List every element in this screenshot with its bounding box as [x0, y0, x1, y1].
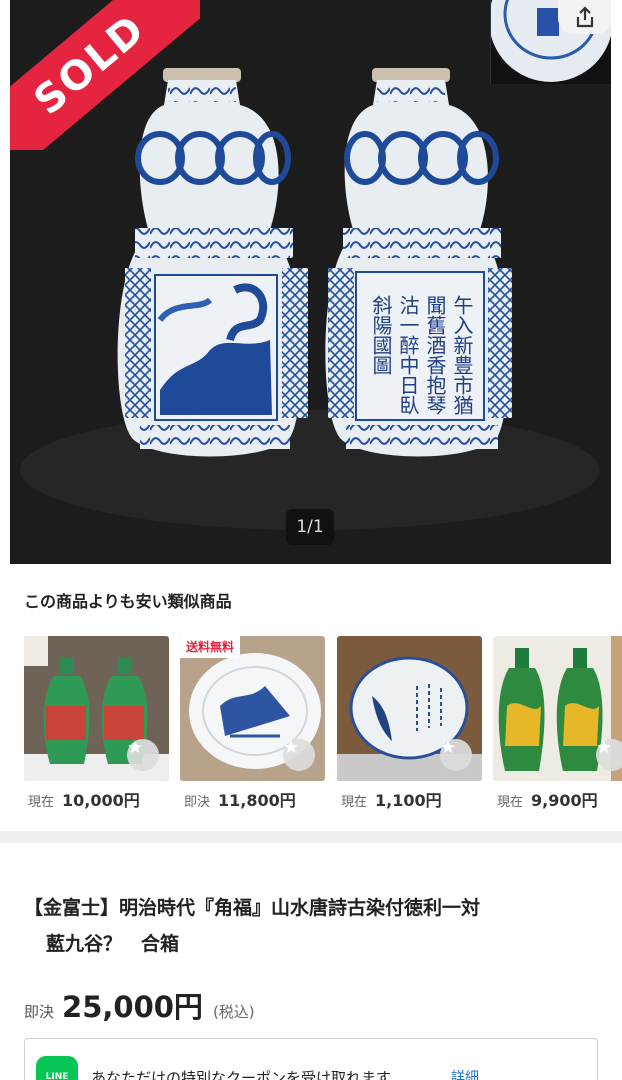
similar-items-title: この商品よりも安い類似商品 [24, 592, 232, 611]
price-type-label: 現在 [497, 795, 524, 810]
item-title-line-1: 【金富士】明治時代『角福』山水唐詩古染付徳利一対 [24, 897, 481, 919]
item-price: 11,800円 [218, 791, 296, 810]
coupon-text: あなただけの特別なクーポンを受け取れます [91, 1069, 392, 1080]
buy-now-price: 即決 25,000円 (税込) [24, 984, 255, 1026]
buy-now-amount: 25,000円 [62, 990, 203, 1024]
item-title: 【金富士】明治時代『角福』山水唐詩古染付徳利一対 藍九谷？ 合箱 [24, 890, 604, 962]
section-divider [0, 831, 622, 843]
similar-item-image [337, 636, 482, 781]
similar-item-card[interactable]: 現在 9,900円 [493, 636, 622, 811]
line-coupon-banner[interactable]: LINE あなただけの特別なクーポンを受け取れます 詳細 [24, 1038, 598, 1080]
similar-items-carousel[interactable]: 現在 10,000円 送料無料 即決 11,800円 現在 1,100円 現在 … [24, 636, 622, 816]
calligraphy-col-4: 斜陽國圖 [369, 295, 393, 375]
tax-note: (税込) [212, 1003, 255, 1021]
buy-now-label: 即決 [24, 1003, 55, 1021]
coupon-details-link[interactable]: 詳細 [451, 1067, 479, 1080]
item-price: 10,000円 [62, 791, 140, 810]
favorite-button[interactable] [596, 739, 622, 771]
calligraphy-col-3: 沽一醉中日臥 [396, 295, 420, 415]
line-logo-icon: LINE [36, 1056, 78, 1080]
sold-label: SOLD [25, 5, 155, 125]
star-icon [284, 740, 298, 753]
similar-item-image: 送料無料 [180, 636, 325, 781]
price-type-label: 現在 [341, 795, 368, 810]
similar-item-card[interactable]: 送料無料 即決 11,800円 [180, 636, 325, 811]
price-type-label: 即決 [184, 795, 211, 810]
image-counter: 1/1 [286, 509, 334, 545]
similar-item-card[interactable]: 現在 1,100円 [337, 636, 482, 811]
calligraphy-col-2: 聞舊酒香抱琴 [423, 295, 447, 415]
calligraphy-col-1: 午入新豊市猶 [450, 295, 474, 415]
item-price: 1,100円 [375, 791, 442, 810]
price-type-label: 現在 [28, 795, 55, 810]
star-icon [597, 740, 611, 753]
share-icon [576, 6, 594, 28]
similar-item-image [24, 636, 169, 781]
product-image-gallery[interactable]: 午入新豊市猶 聞舊酒香抱琴 沽一醉中日臥 斜陽國圖 SOLD 1/1 [10, 0, 611, 564]
favorite-button[interactable] [440, 739, 472, 771]
similar-item-image [493, 636, 622, 781]
line-logo-text: LINE [45, 1072, 69, 1080]
item-title-line-2: 藍九谷？ 合箱 [46, 933, 180, 955]
sold-ribbon: SOLD [10, 0, 200, 150]
item-price: 9,900円 [531, 791, 598, 810]
favorite-button[interactable] [283, 739, 315, 771]
share-button[interactable] [558, 0, 611, 34]
star-icon [441, 740, 455, 753]
similar-item-card[interactable]: 現在 10,000円 [24, 636, 169, 811]
star-icon [128, 740, 142, 753]
favorite-button[interactable] [127, 739, 159, 771]
free-shipping-badge: 送料無料 [180, 636, 241, 658]
